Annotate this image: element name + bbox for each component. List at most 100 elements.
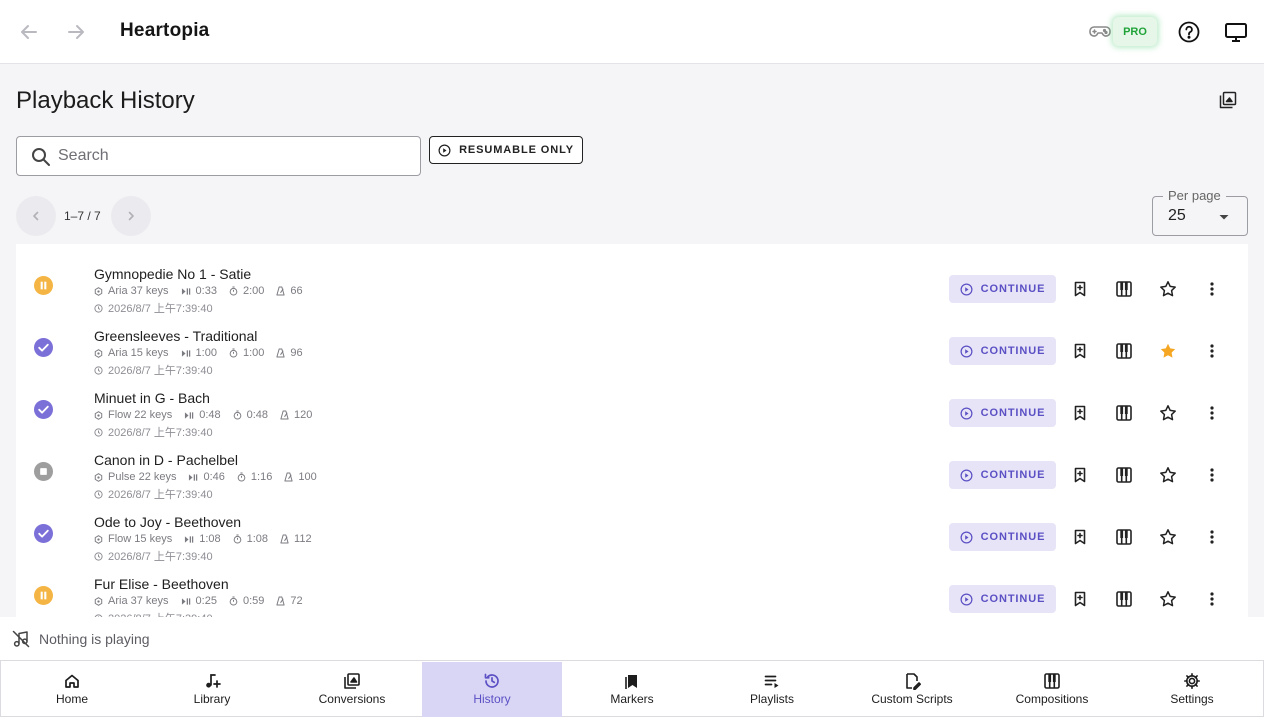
tempo: 100 (284, 471, 317, 483)
duration: 0:59 (229, 595, 264, 607)
clock-icon (94, 365, 108, 375)
piano-icon[interactable] (1115, 528, 1133, 546)
instrument: Flow 15 keys (94, 533, 172, 545)
star-icon[interactable] (1159, 528, 1177, 546)
tab-markers[interactable]: Markers (562, 662, 702, 717)
star-filled-icon[interactable] (1159, 342, 1177, 360)
now-playing-text: Nothing is playing (39, 631, 150, 647)
piano-icon[interactable] (1115, 280, 1133, 298)
next-page-button[interactable] (111, 196, 151, 236)
timer-icon (229, 596, 243, 606)
more-vert-icon[interactable] (1203, 590, 1221, 608)
play-pause-icon (184, 535, 199, 544)
continue-button[interactable]: CONTINUE (949, 523, 1056, 551)
tab-compositions[interactable]: Compositions (982, 662, 1122, 717)
tab-history[interactable]: History (422, 662, 562, 717)
markers-icon (623, 672, 641, 690)
continue-button[interactable]: CONTINUE (949, 337, 1056, 365)
track-title[interactable]: Greensleeves - Traditional (94, 328, 257, 344)
position: 1:08 (184, 533, 221, 545)
tab-conversions[interactable]: Conversions (282, 662, 422, 717)
tempo: 72 (276, 595, 303, 607)
instrument: Aria 37 keys (94, 285, 169, 297)
more-vert-icon[interactable] (1203, 342, 1221, 360)
add-marker-icon[interactable] (1071, 342, 1089, 360)
piano-icon[interactable] (1115, 342, 1133, 360)
resumable-only-button[interactable]: RESUMABLE ONLY (429, 136, 583, 164)
keys-icon (94, 410, 108, 420)
paused-status-icon (34, 586, 53, 605)
continue-button[interactable]: CONTINUE (949, 399, 1056, 427)
add-marker-icon[interactable] (1071, 280, 1089, 298)
keys-icon (94, 286, 108, 296)
back-arrow-icon[interactable] (17, 20, 41, 44)
tab-label: Compositions (1015, 692, 1089, 706)
monitor-icon[interactable] (1224, 20, 1248, 44)
duration: 0:48 (233, 409, 268, 421)
piano-icon[interactable] (1115, 590, 1133, 608)
track-title[interactable]: Gymnopedie No 1 - Satie (94, 266, 251, 282)
help-icon[interactable] (1177, 20, 1201, 44)
history-row[interactable]: Greensleeves - Traditional Aria 15 keys 1:… (16, 314, 1248, 377)
track-meta: Aria 15 keys 1:00 1:00 96 (94, 347, 315, 359)
position: 0:25 (181, 595, 217, 607)
continue-button[interactable]: CONTINUE (949, 585, 1056, 613)
tab-settings[interactable]: Settings (1122, 662, 1262, 717)
continue-button[interactable]: CONTINUE (949, 461, 1056, 489)
track-title[interactable]: Fur Elise - Beethoven (94, 576, 229, 592)
more-vert-icon[interactable] (1203, 404, 1221, 422)
resumable-only-label: RESUMABLE ONLY (459, 144, 574, 156)
music-add-icon (203, 672, 221, 690)
search-field[interactable] (16, 136, 421, 176)
more-vert-icon[interactable] (1203, 466, 1221, 484)
track-title[interactable]: Canon in D - Pachelbel (94, 452, 238, 468)
more-vert-icon[interactable] (1203, 280, 1221, 298)
add-marker-icon[interactable] (1071, 404, 1089, 422)
star-icon[interactable] (1159, 404, 1177, 422)
search-input[interactable] (58, 137, 413, 175)
dropdown-caret-icon (1217, 210, 1231, 224)
play-pause-icon (188, 473, 203, 482)
track-meta: Pulse 22 keys 0:46 1:16 100 (94, 471, 329, 483)
history-row[interactable]: Minuet in G - Bach Flow 22 keys 0:48 0:48 12… (16, 376, 1248, 439)
play-pause-icon (181, 287, 196, 296)
tab-custom-scripts[interactable]: Custom Scripts (842, 662, 982, 717)
tab-home[interactable]: Home (2, 662, 142, 717)
tab-label: History (473, 692, 511, 706)
tab-playlists[interactable]: Playlists (702, 662, 842, 717)
star-icon[interactable] (1159, 466, 1177, 484)
history-row[interactable]: Gymnopedie No 1 - Satie Aria 37 keys 0:33 2… (16, 252, 1248, 315)
forward-arrow-icon[interactable] (64, 20, 88, 44)
instrument: Pulse 22 keys (94, 471, 176, 483)
star-icon[interactable] (1159, 590, 1177, 608)
tab-library[interactable]: Library (142, 662, 282, 717)
page-title: Playback History (16, 87, 195, 114)
pro-badge[interactable]: PRO (1113, 17, 1157, 46)
per-page-select[interactable]: Per page 25 (1152, 188, 1248, 236)
add-marker-icon[interactable] (1071, 590, 1089, 608)
instrument: Flow 22 keys (94, 409, 172, 421)
history-row[interactable]: Ode to Joy - Beethoven Flow 15 keys 1:08 1:… (16, 500, 1248, 563)
timer-icon (233, 410, 247, 420)
track-meta: Aria 37 keys 0:33 2:00 66 (94, 285, 315, 297)
history-row[interactable]: Canon in D - Pachelbel Pulse 22 keys 0:46 1… (16, 438, 1248, 501)
more-vert-icon[interactable] (1203, 528, 1221, 546)
gamepad-icon[interactable] (1088, 21, 1112, 43)
stopped-status-icon (34, 462, 53, 481)
instrument: Aria 37 keys (94, 595, 169, 607)
history-row[interactable]: Fur Elise - Beethoven Aria 37 keys 0:25 0:5… (16, 562, 1248, 617)
track-meta: Aria 37 keys 0:25 0:59 72 (94, 595, 315, 607)
play-circle-icon (960, 283, 973, 296)
tab-label: Settings (1170, 692, 1214, 706)
piano-icon[interactable] (1115, 466, 1133, 484)
clock-icon (94, 303, 108, 313)
star-icon[interactable] (1159, 280, 1177, 298)
track-title[interactable]: Ode to Joy - Beethoven (94, 514, 241, 530)
track-title[interactable]: Minuet in G - Bach (94, 390, 210, 406)
add-marker-icon[interactable] (1071, 466, 1089, 484)
export-library-icon[interactable] (1219, 91, 1237, 109)
add-marker-icon[interactable] (1071, 528, 1089, 546)
piano-icon[interactable] (1115, 404, 1133, 422)
continue-button[interactable]: CONTINUE (949, 275, 1056, 303)
previous-page-button[interactable] (16, 196, 56, 236)
